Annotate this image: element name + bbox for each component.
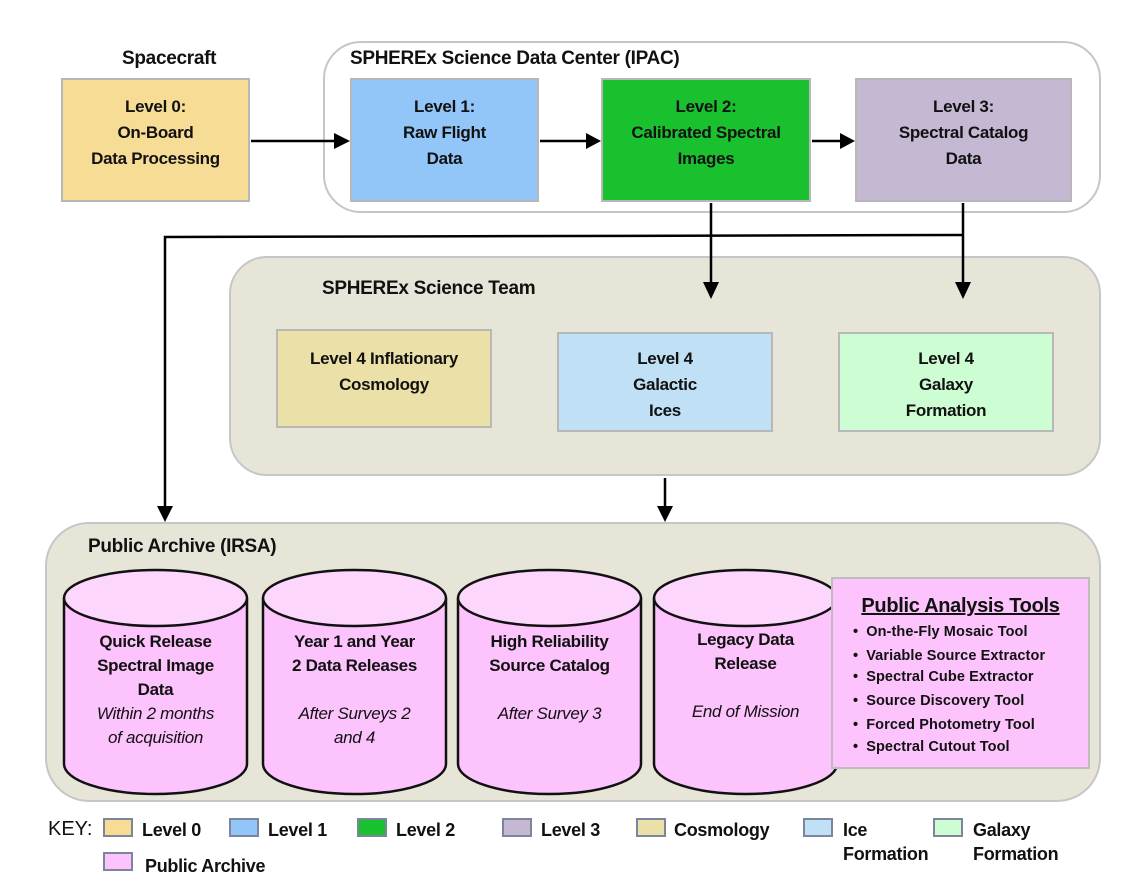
cylinder-title: High Reliability <box>490 632 609 651</box>
ices-line: Ices <box>649 401 681 420</box>
cylinder-title: Source Catalog <box>489 656 610 675</box>
legend-label-level1: Level 1 <box>268 820 327 840</box>
cylinder-title: Spectral Image <box>97 656 214 675</box>
cylinder-title: Legacy Data <box>697 630 794 649</box>
cylinder-subtitle <box>261 678 448 702</box>
tool-item: Spectral Cube Extractor <box>853 665 1088 689</box>
legend-swatch-level3 <box>502 818 532 837</box>
legend-label-galaxy-formation: Galaxy Formation <box>973 818 1059 866</box>
cosmology-box: Level 4 Inflationary Cosmology <box>276 329 492 428</box>
galaxy-line: Formation <box>905 401 987 420</box>
public-analysis-tools-box: Public Analysis Tools On-the-Fly Mosaic … <box>831 577 1090 769</box>
arrowhead <box>657 506 673 522</box>
archive-title: Public Archive (IRSA) <box>88 536 277 557</box>
legend-label-level2: Level 2 <box>396 820 455 840</box>
legend-label: KEY: <box>48 818 93 840</box>
level1-line: Data <box>426 149 463 168</box>
cylinder-subtitle <box>456 678 643 702</box>
galaxy-line: Level 4 <box>918 349 974 368</box>
cylinder-title: Release <box>714 654 777 673</box>
archive-cylinder: High Reliability Source Catalog After Su… <box>456 568 643 798</box>
legend-label-line: Formation <box>973 844 1059 864</box>
level2-line: Level 2: <box>675 97 737 116</box>
level1-line: Level 1: <box>414 97 475 116</box>
legend-swatch-level0 <box>103 818 133 837</box>
level3-line: Spectral Catalog <box>898 123 1029 142</box>
legend-label-level0: Level 0 <box>142 820 201 840</box>
cylinder-subtitle: End of Mission <box>691 702 800 721</box>
legend-swatch-level1 <box>229 818 259 837</box>
level0-line: Level 0: <box>125 97 186 116</box>
level2-box: Level 2: Calibrated Spectral Images <box>601 78 811 202</box>
level0-line: Data Processing <box>91 149 220 168</box>
level3-box: Level 3: Spectral Catalog Data <box>855 78 1072 202</box>
archive-cylinder: Quick Release Spectral Image Data Within… <box>62 568 249 798</box>
ipac-title: SPHEREx Science Data Center (IPAC) <box>350 48 680 69</box>
archive-cylinder: Legacy Data Release End of Mission <box>652 568 839 798</box>
legend-label-line: Galaxy <box>973 820 1031 840</box>
legend-swatch-cosmology <box>636 818 666 837</box>
cylinder-title: Quick Release <box>99 632 212 651</box>
legend-swatch-public-archive <box>103 852 133 871</box>
cylinder-subtitle: After Surveys 2 <box>298 704 411 723</box>
cylinder-title: Year 1 and Year <box>294 632 415 651</box>
tools-title: Public Analysis Tools <box>861 595 1060 617</box>
level3-line: Level 3: <box>933 97 994 116</box>
cylinder-subtitle: Within 2 months <box>96 704 215 723</box>
cylinder-subtitle: and 4 <box>333 728 376 747</box>
level0-line: On-Board <box>117 123 194 142</box>
legend-swatch-level2 <box>357 818 387 837</box>
archive-cylinder: Year 1 and Year 2 Data Releases After Su… <box>261 568 448 798</box>
cylinder-title: 2 Data Releases <box>292 656 417 675</box>
cosmology-line: Level 4 Inflationary <box>310 349 458 368</box>
tool-item: On-the-Fly Mosaic Tool <box>853 620 1088 644</box>
legend-swatch-galaxy-formation <box>933 818 963 837</box>
science-team-title: SPHEREx Science Team <box>322 278 536 299</box>
galaxy-line: Galaxy <box>919 375 973 394</box>
legend-label-level3: Level 3 <box>541 820 600 840</box>
level3-line: Data <box>945 149 982 168</box>
legend-label-line: Formation <box>843 844 929 864</box>
level0-box: Level 0: On-Board Data Processing <box>61 78 250 202</box>
cosmology-line: Cosmology <box>339 375 429 394</box>
tools-list: On-the-Fly Mosaic Tool Variable Source E… <box>833 620 1088 759</box>
tool-item: Spectral Cutout Tool <box>853 735 1088 759</box>
ices-line: Galactic <box>633 375 697 394</box>
legend-label-cosmology: Cosmology <box>674 820 770 840</box>
legend-swatch-ice-formation <box>803 818 833 837</box>
cylinder-subtitle: After Survey 3 <box>497 704 602 723</box>
ices-box: Level 4 Galactic Ices <box>557 332 773 432</box>
cylinder-title: Data <box>137 680 174 699</box>
ices-line: Level 4 <box>637 349 693 368</box>
level2-line: Images <box>677 149 735 168</box>
arrowhead <box>157 506 173 522</box>
level2-line: Calibrated Spectral <box>631 123 781 142</box>
galaxy-box: Level 4 Galaxy Formation <box>838 332 1054 432</box>
level1-line: Raw Flight <box>403 123 486 142</box>
legend-label-ice-formation: Ice Formation <box>843 818 929 866</box>
level1-box: Level 1: Raw Flight Data <box>350 78 539 202</box>
cylinder-subtitle <box>652 676 839 700</box>
legend-label-line: Ice <box>843 820 868 840</box>
cylinder-subtitle: of acquisition <box>107 728 204 747</box>
tool-item: Source Discovery Tool <box>853 689 1088 713</box>
legend-label-public-archive: Public Archive <box>145 856 266 876</box>
spacecraft-title: Spacecraft <box>122 48 217 69</box>
tool-item: Forced Photometry Tool <box>853 713 1088 737</box>
